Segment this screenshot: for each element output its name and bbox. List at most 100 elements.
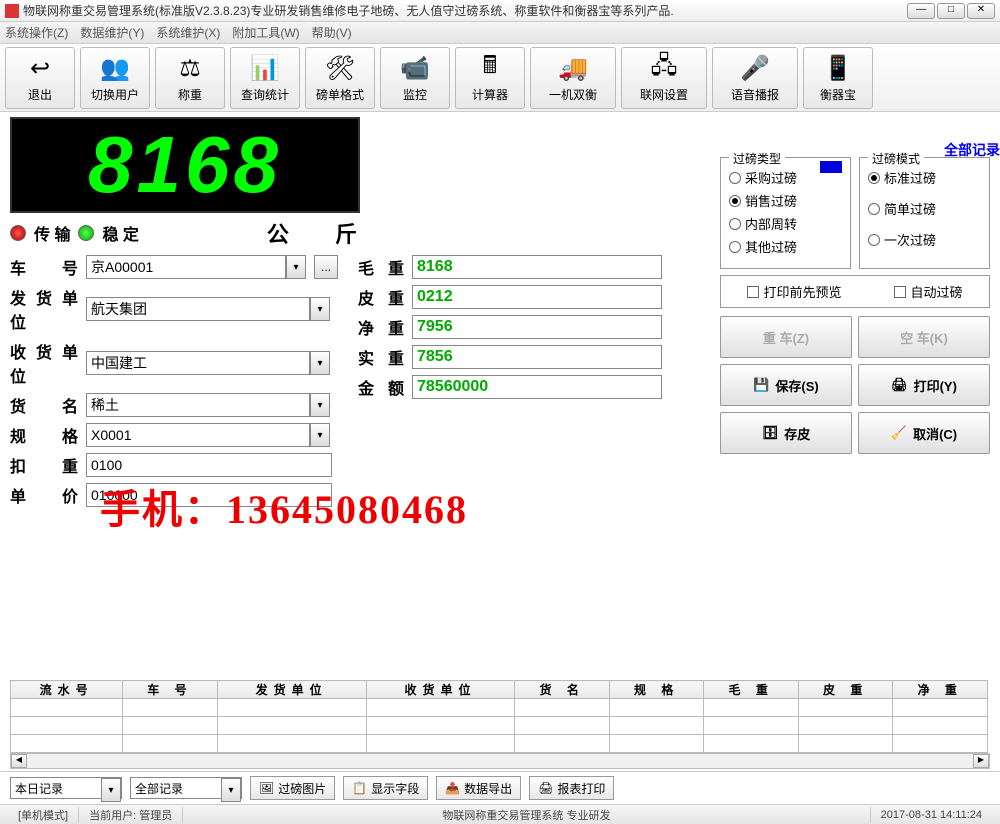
heavy-car-button[interactable]: 重 车(Z) <box>720 316 852 358</box>
today-combo[interactable]: ▾ <box>10 777 122 799</box>
deduct-input[interactable] <box>86 453 332 477</box>
fields-icon: 📋 <box>352 781 367 795</box>
stable-label: 稳 定 <box>102 221 138 245</box>
weigh-type-sale[interactable]: 销售过磅 <box>729 191 842 210</box>
deduct-label: 扣 重 <box>10 453 80 477</box>
col-sender[interactable]: 发货单位 <box>217 681 366 699</box>
mic-icon: 🎤 <box>739 52 771 84</box>
horizontal-scrollbar[interactable]: ◀ ▶ <box>10 753 990 769</box>
menu-tools[interactable]: 附加工具(W) <box>232 24 299 41</box>
empty-car-button[interactable]: 空 车(K) <box>858 316 990 358</box>
title-bar: 物联网称重交易管理系统(标准版V2.3.8.23)专业研发销售维修电子地磅、无人… <box>0 0 1000 22</box>
minimize-button[interactable]: — <box>907 3 935 19</box>
goods-label: 货 名 <box>10 393 80 417</box>
sender-input[interactable] <box>86 297 310 321</box>
time-status: 2017-08-31 14:11:24 <box>871 809 992 821</box>
col-receiver[interactable]: 收货单位 <box>366 681 515 699</box>
disk-icon: 🗄 <box>762 425 779 441</box>
scroll-left-icon[interactable]: ◀ <box>11 754 27 768</box>
voice-button[interactable]: 🎤语音播报 <box>712 47 798 109</box>
weigh-mode-once[interactable]: 一次过磅 <box>868 230 981 249</box>
tare-label: 皮 重 <box>358 285 406 309</box>
switch-user-button[interactable]: 👥切换用户 <box>80 47 150 109</box>
display-fields-button[interactable]: 📋显示字段 <box>343 776 428 800</box>
actual-label: 实 重 <box>358 345 406 369</box>
table-row[interactable] <box>11 699 988 717</box>
net-label: 净 重 <box>358 315 406 339</box>
table-row[interactable] <box>11 735 988 753</box>
scale-icon: ⚖ <box>174 52 206 84</box>
weigh-image-button[interactable]: 🖼过磅图片 <box>250 776 335 800</box>
car-no-input[interactable] <box>86 255 286 279</box>
receiver-input[interactable] <box>86 351 310 375</box>
col-goods[interactable]: 货 名 <box>515 681 610 699</box>
store-tare-button[interactable]: 🗄存皮 <box>720 412 852 454</box>
spec-input[interactable] <box>86 423 310 447</box>
image-icon: 🖼 <box>259 781 274 795</box>
auto-checkbox[interactable]: 自动过磅 <box>894 282 962 301</box>
car-no-dropdown[interactable]: ▾ <box>286 255 306 279</box>
actual-value[interactable] <box>412 345 662 369</box>
col-tare[interactable]: 皮 重 <box>798 681 893 699</box>
menu-help[interactable]: 帮助(V) <box>312 24 352 41</box>
close-button[interactable]: ✕ <box>967 3 995 19</box>
weigh-type-internal[interactable]: 内部周转 <box>729 214 842 233</box>
preview-checkbox[interactable]: 打印前先预览 <box>747 282 841 301</box>
col-gross[interactable]: 毛 重 <box>704 681 799 699</box>
maximize-button[interactable]: □ <box>937 3 965 19</box>
format-button[interactable]: 🛠磅单格式 <box>305 47 375 109</box>
mode-status: [单机模式] <box>8 807 79 823</box>
weigh-type-other[interactable]: 其他过磅 <box>729 237 842 256</box>
calc-button[interactable]: 🖩计算器 <box>455 47 525 109</box>
tare-value[interactable] <box>412 285 662 309</box>
report-print-button[interactable]: 🖨报表打印 <box>529 776 614 800</box>
amount-label: 金 额 <box>358 375 406 399</box>
col-spec[interactable]: 规 格 <box>609 681 704 699</box>
print-button[interactable]: 🖨打印(Y) <box>858 364 990 406</box>
color-indicator <box>820 161 842 173</box>
col-car[interactable]: 车 号 <box>123 681 218 699</box>
printer-icon: 🖨 <box>891 377 908 393</box>
menu-maintain[interactable]: 系统维护(X) <box>156 24 220 41</box>
weigh-type-title: 过磅类型 <box>729 150 785 167</box>
exit-button[interactable]: ↩退出 <box>5 47 75 109</box>
eraser-icon: 🧹 <box>891 425 907 441</box>
gross-value[interactable] <box>412 255 662 279</box>
price-label: 单 价 <box>10 483 80 507</box>
tools-icon: 🛠 <box>324 52 356 84</box>
car-no-more-button[interactable]: ... <box>314 255 338 279</box>
system-status: 物联网称重交易管理系统 专业研发 <box>183 807 870 823</box>
records-table[interactable]: 流水号 车 号 发货单位 收货单位 货 名 规 格 毛 重 皮 重 净 重 <box>10 680 988 753</box>
goods-dropdown[interactable]: ▾ <box>310 393 330 417</box>
save-button[interactable]: 💾保存(S) <box>720 364 852 406</box>
table-row[interactable] <box>11 717 988 735</box>
dual-button[interactable]: 🚚一机双衡 <box>530 47 616 109</box>
net-value[interactable] <box>412 315 662 339</box>
status-bar: [单机模式] 当前用户: 管理员 物联网称重交易管理系统 专业研发 2017-0… <box>0 804 1000 824</box>
weigh-mode-simple[interactable]: 简单过磅 <box>868 199 981 218</box>
cancel-button[interactable]: 🧹取消(C) <box>858 412 990 454</box>
menu-system[interactable]: 系统操作(Z) <box>5 24 68 41</box>
monitor-button[interactable]: 📹监控 <box>380 47 450 109</box>
col-net[interactable]: 净 重 <box>893 681 988 699</box>
weigh-mode-standard[interactable]: 标准过磅 <box>868 168 981 187</box>
sender-dropdown[interactable]: ▾ <box>310 297 330 321</box>
receiver-dropdown[interactable]: ▾ <box>310 351 330 375</box>
car-no-label: 车 号 <box>10 255 80 279</box>
export-button[interactable]: 📤数据导出 <box>436 776 521 800</box>
query-button[interactable]: 📊查询统计 <box>230 47 300 109</box>
scroll-right-icon[interactable]: ▶ <box>973 754 989 768</box>
weight-display: 8168 <box>10 117 360 213</box>
network-button[interactable]: 🖧联网设置 <box>621 47 707 109</box>
spec-dropdown[interactable]: ▾ <box>310 423 330 447</box>
menu-data[interactable]: 数据维护(Y) <box>80 24 144 41</box>
users-icon: 👥 <box>99 52 131 84</box>
amount-value[interactable] <box>412 375 662 399</box>
col-serial[interactable]: 流水号 <box>11 681 123 699</box>
goods-input[interactable] <box>86 393 310 417</box>
price-input[interactable] <box>86 483 332 507</box>
hqb-button[interactable]: 📱衡器宝 <box>803 47 873 109</box>
weigh-button[interactable]: ⚖称重 <box>155 47 225 109</box>
spec-label: 规 格 <box>10 423 80 447</box>
all-combo[interactable]: ▾ <box>130 777 242 799</box>
